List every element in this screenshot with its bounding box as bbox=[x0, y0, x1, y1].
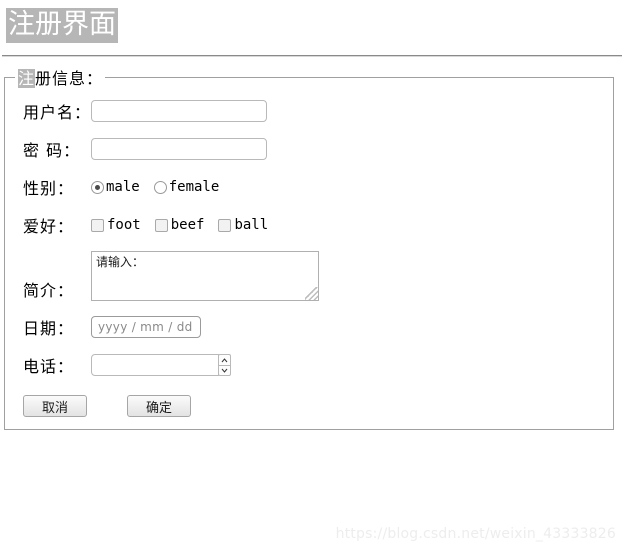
legend-selected-text: 注 bbox=[18, 69, 36, 89]
hobby-label: 爱好： bbox=[23, 217, 75, 237]
hobby-option-foot-label: foot bbox=[107, 217, 141, 234]
confirm-button[interactable]: 确定 bbox=[127, 395, 191, 418]
hobby-options: foot beef ball bbox=[91, 217, 268, 233]
username-input[interactable] bbox=[91, 100, 267, 123]
spinner-down-icon[interactable] bbox=[218, 365, 231, 377]
intro-row: 简介： 请输入： bbox=[15, 251, 605, 302]
cancel-button[interactable]: 取消 bbox=[23, 395, 87, 418]
date-input[interactable]: yyyy / mm / dd bbox=[91, 316, 201, 339]
checkbox-unchecked-icon[interactable] bbox=[218, 218, 232, 232]
radio-unchecked-icon[interactable] bbox=[153, 180, 167, 194]
gender-option-female-label: female bbox=[168, 179, 220, 196]
hobby-row: 爱好： foot beef ball bbox=[15, 213, 605, 237]
gender-label: 性别： bbox=[23, 179, 75, 199]
date-row: 日期： yyyy / mm / dd bbox=[15, 315, 605, 339]
hobby-option-ball-label: ball bbox=[234, 217, 269, 234]
watermark: https://blog.csdn.net/weixin_43333826 bbox=[335, 526, 616, 542]
password-label: 密 码： bbox=[23, 141, 81, 161]
username-row: 用户名： bbox=[15, 99, 605, 123]
password-input[interactable] bbox=[91, 138, 267, 161]
username-label: 用户名： bbox=[23, 103, 92, 123]
resize-handle-icon[interactable] bbox=[305, 287, 318, 301]
hobby-option-beef-label: beef bbox=[170, 217, 205, 234]
gender-row: 性别： male female bbox=[15, 175, 605, 199]
phone-number-field bbox=[91, 354, 231, 377]
legend-text: 册信息： bbox=[35, 69, 104, 89]
date-label: 日期： bbox=[23, 319, 75, 339]
intro-textarea[interactable]: 请输入： bbox=[91, 251, 319, 302]
phone-row: 电话： bbox=[15, 353, 605, 377]
form-actions: 取消 确定 bbox=[15, 395, 605, 418]
page-title: 注册界面 bbox=[6, 8, 118, 44]
hobby-option-beef[interactable]: beef bbox=[154, 217, 205, 234]
intro-textarea-value: 请输入： bbox=[96, 255, 145, 270]
register-fieldset: 注册信息： 用户名： 密 码： 性别： male female 爱好： foot… bbox=[4, 65, 614, 431]
hobby-option-ball[interactable]: ball bbox=[218, 217, 268, 233]
password-row: 密 码： bbox=[15, 137, 605, 161]
register-legend: 注册信息： bbox=[15, 65, 105, 89]
gender-options: male female bbox=[91, 179, 219, 195]
phone-input[interactable] bbox=[91, 354, 219, 377]
checkbox-unchecked-icon[interactable] bbox=[91, 218, 104, 232]
gender-option-female[interactable]: female bbox=[153, 179, 220, 196]
hobby-option-foot[interactable]: foot bbox=[91, 217, 141, 233]
gender-option-male[interactable]: male bbox=[91, 179, 140, 195]
gender-option-male-label: male bbox=[106, 179, 140, 196]
spinner-up-icon[interactable] bbox=[218, 354, 231, 366]
checkbox-unchecked-icon[interactable] bbox=[154, 218, 168, 232]
intro-label: 简介： bbox=[23, 281, 75, 301]
radio-checked-icon[interactable] bbox=[91, 180, 104, 194]
phone-label: 电话： bbox=[23, 357, 75, 377]
phone-stepper[interactable] bbox=[218, 354, 231, 377]
date-input-placeholder: yyyy / mm / dd bbox=[98, 320, 193, 335]
title-divider bbox=[2, 55, 622, 58]
